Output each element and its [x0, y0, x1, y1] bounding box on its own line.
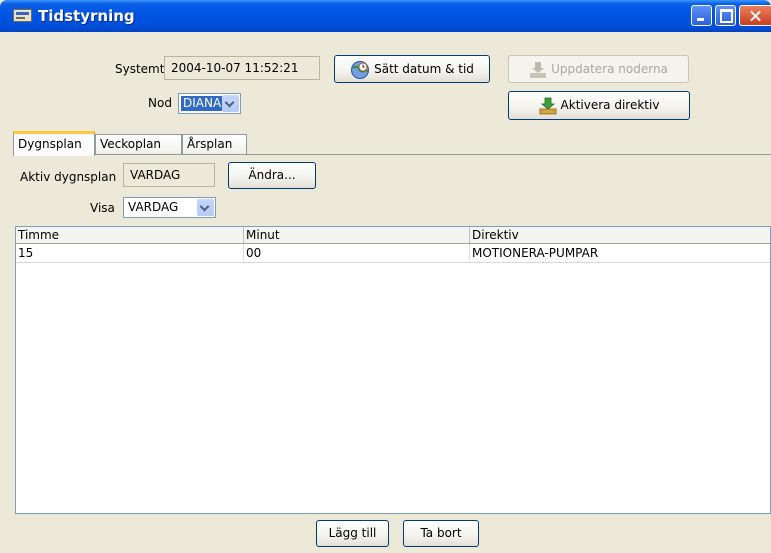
update-nodes-button[interactable]: Uppdatera noderna: [508, 55, 689, 83]
change-plan-button[interactable]: Ändra...: [228, 162, 316, 189]
activate-directive-label: Aktivera direktiv: [560, 98, 660, 112]
download-arrow-icon: [530, 61, 547, 78]
active-plan-field: VARDAG: [123, 163, 215, 187]
clock-globe-icon: [351, 60, 370, 79]
chevron-down-icon[interactable]: [222, 95, 239, 112]
tab-veckoplan[interactable]: Veckoplan: [95, 134, 182, 155]
visa-select-value: VARDAG: [128, 200, 179, 214]
nod-select[interactable]: DIANA1: [178, 93, 241, 114]
set-datetime-label: Sätt datum & tid: [374, 62, 474, 76]
cell-minut: 00: [244, 244, 470, 262]
schedule-table[interactable]: Timme Minut Direktiv 15 00 MOTIONERA-PUM…: [15, 226, 771, 514]
tab-arsplan[interactable]: Årsplan: [182, 134, 247, 155]
tab-strip: Dygnsplan Veckoplan Årsplan: [13, 131, 771, 156]
set-datetime-button[interactable]: Sätt datum & tid: [334, 55, 490, 83]
close-button[interactable]: [739, 5, 771, 26]
visa-label: Visa: [90, 201, 115, 215]
minimize-button[interactable]: [691, 5, 712, 26]
add-button[interactable]: Lägg till: [316, 520, 389, 547]
column-header-direktiv[interactable]: Direktiv: [470, 227, 770, 243]
tidstyrning-window: Tidstyrning Systemtid 2004-10-07 11:52:2…: [0, 0, 771, 553]
maximize-button[interactable]: [715, 5, 736, 26]
table-header: Timme Minut Direktiv: [16, 227, 770, 244]
title-bar[interactable]: Tidstyrning: [0, 0, 771, 32]
nod-label: Nod: [148, 96, 172, 110]
download-arrow-icon: [539, 97, 556, 114]
systemtid-field: 2004-10-07 11:52:21: [164, 56, 320, 80]
update-nodes-label: Uppdatera noderna: [551, 62, 668, 76]
activate-directive-button[interactable]: Aktivera direktiv: [508, 91, 690, 120]
chevron-down-icon[interactable]: [197, 199, 214, 216]
window-app-icon: [13, 9, 32, 22]
window-title: Tidstyrning: [38, 7, 135, 25]
remove-button[interactable]: Ta bort: [403, 520, 479, 547]
cell-direktiv: MOTIONERA-PUMPAR: [472, 246, 599, 260]
column-header-timme[interactable]: Timme: [16, 227, 244, 243]
visa-select[interactable]: VARDAG: [123, 197, 216, 218]
column-header-minut[interactable]: Minut: [244, 227, 470, 243]
tab-dygnsplan[interactable]: Dygnsplan: [13, 131, 95, 156]
active-plan-label: Aktiv dygnsplan: [20, 170, 117, 184]
table-row[interactable]: 15 00 MOTIONERA-PUMPAR: [16, 244, 770, 263]
cell-timme: 15: [16, 244, 244, 262]
